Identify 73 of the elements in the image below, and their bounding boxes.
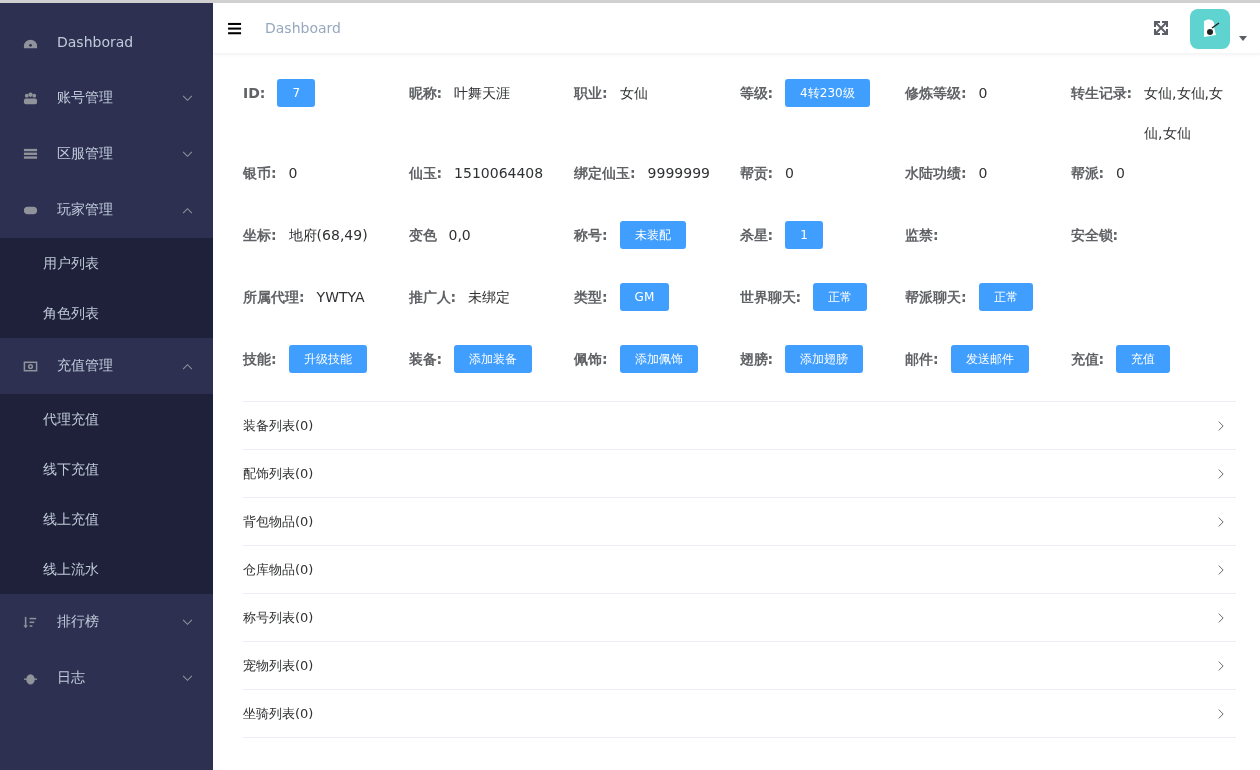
field-value: 1510064408 (454, 164, 545, 183)
field-label: 坐标: (243, 226, 277, 245)
field-value: 9999999 (647, 164, 711, 183)
field-label: 等级: (739, 84, 774, 103)
menu-item[interactable]: 区服管理 (0, 126, 213, 182)
panel-title: 坐骑列表(0) (243, 704, 314, 723)
caret-icon[interactable] (1239, 35, 1247, 41)
field-value: 未绑定 (468, 288, 512, 307)
field-value: 0 (288, 164, 299, 183)
submenu-item[interactable]: 代理充值 (0, 394, 213, 444)
field-value: 地府(68,49) (288, 226, 369, 245)
field-label: 帮派: (1070, 164, 1105, 183)
field-label: 杀星: (739, 226, 774, 245)
panel-title: 配饰列表(0) (243, 464, 314, 483)
submenu-item[interactable]: 用户列表 (0, 238, 213, 288)
field-label: 银币: (243, 164, 277, 183)
field-value: 0 (1116, 164, 1127, 183)
avatar[interactable] (1190, 9, 1230, 49)
field-value: YWTYA (316, 288, 366, 307)
panel-title: 仓库物品(0) (243, 560, 314, 579)
field-label: 转生记录: (1070, 84, 1133, 103)
field-label: 昵称: (408, 84, 443, 103)
field-value: 女仙 (619, 84, 649, 103)
field-label: 职业: (574, 84, 608, 103)
field-label: 充值: (1070, 350, 1105, 369)
field-label: 绑定仙玉: (574, 164, 636, 183)
field-label: 世界聊天: (739, 288, 802, 307)
field-label: 所属代理: (243, 288, 305, 307)
field-label: 帮派聊天: (905, 288, 967, 307)
field-label: 帮贡: (739, 164, 774, 183)
field-value: 女仙,女仙,女仙,女仙 (1144, 84, 1224, 143)
submenu-item[interactable]: 角色列表 (0, 288, 213, 338)
field-label: 类型: (574, 288, 608, 307)
collapse-panel[interactable]: 配饰列表(0) (243, 450, 1236, 498)
collapse-panel[interactable]: 坐骑列表(0) (243, 690, 1236, 738)
collapse-panel[interactable]: 宠物列表(0) (243, 642, 1236, 690)
menu-item[interactable]: 充值管理 (0, 338, 213, 394)
panel-title: 宠物列表(0) (243, 656, 314, 675)
field-label: 修炼等级: (905, 84, 967, 103)
collapse-panel[interactable]: 背包物品(0) (243, 498, 1236, 546)
collapse-panel[interactable]: 装备列表(0) (243, 402, 1236, 450)
field-label: ID: (243, 84, 266, 103)
field-label: 佩饰: (574, 350, 608, 369)
field-label: 水陆功绩: (905, 164, 967, 183)
field-label: 技能: (243, 350, 277, 369)
field-value: 0 (978, 84, 989, 103)
panel-title: 背包物品(0) (243, 512, 314, 531)
panel-title: 称号列表(0) (243, 608, 314, 627)
submenu-item[interactable]: 线上流水 (0, 544, 213, 594)
panel-title: 装备列表(0) (243, 416, 314, 435)
field-value: 叶舞天涯 (454, 84, 512, 103)
field-label: 邮件: (905, 350, 939, 369)
field-value: 0 (978, 164, 989, 183)
collapse-panel[interactable]: 仓库物品(0) (243, 546, 1236, 594)
field-label: 装备: (408, 350, 443, 369)
menu-item[interactable]: 账号管理 (0, 70, 213, 126)
collapse-panel[interactable]: 称号列表(0) (243, 594, 1236, 642)
field-label: 称号: (574, 226, 608, 245)
submenu-item[interactable]: 线下充值 (0, 444, 213, 494)
fullscreen-icon[interactable] (1153, 20, 1169, 36)
field-label: 推广人: (408, 288, 457, 307)
submenu-item[interactable]: 线上充值 (0, 494, 213, 544)
menu-item[interactable]: 玩家管理 (0, 182, 213, 238)
field-label: 变色 (408, 226, 437, 245)
menu-item[interactable]: 日志 (0, 650, 213, 706)
field-label: 监禁: (905, 226, 939, 245)
field-label: 安全锁: (1070, 226, 1119, 245)
field-value: 0,0 (448, 226, 472, 245)
field-value: 0 (785, 164, 796, 183)
field-label: 翅膀: (739, 350, 774, 369)
field-label: 仙玉: (408, 164, 443, 183)
menu-item[interactable]: 排行榜 (0, 594, 213, 650)
menu-item[interactable]: Dashborad (0, 14, 213, 70)
